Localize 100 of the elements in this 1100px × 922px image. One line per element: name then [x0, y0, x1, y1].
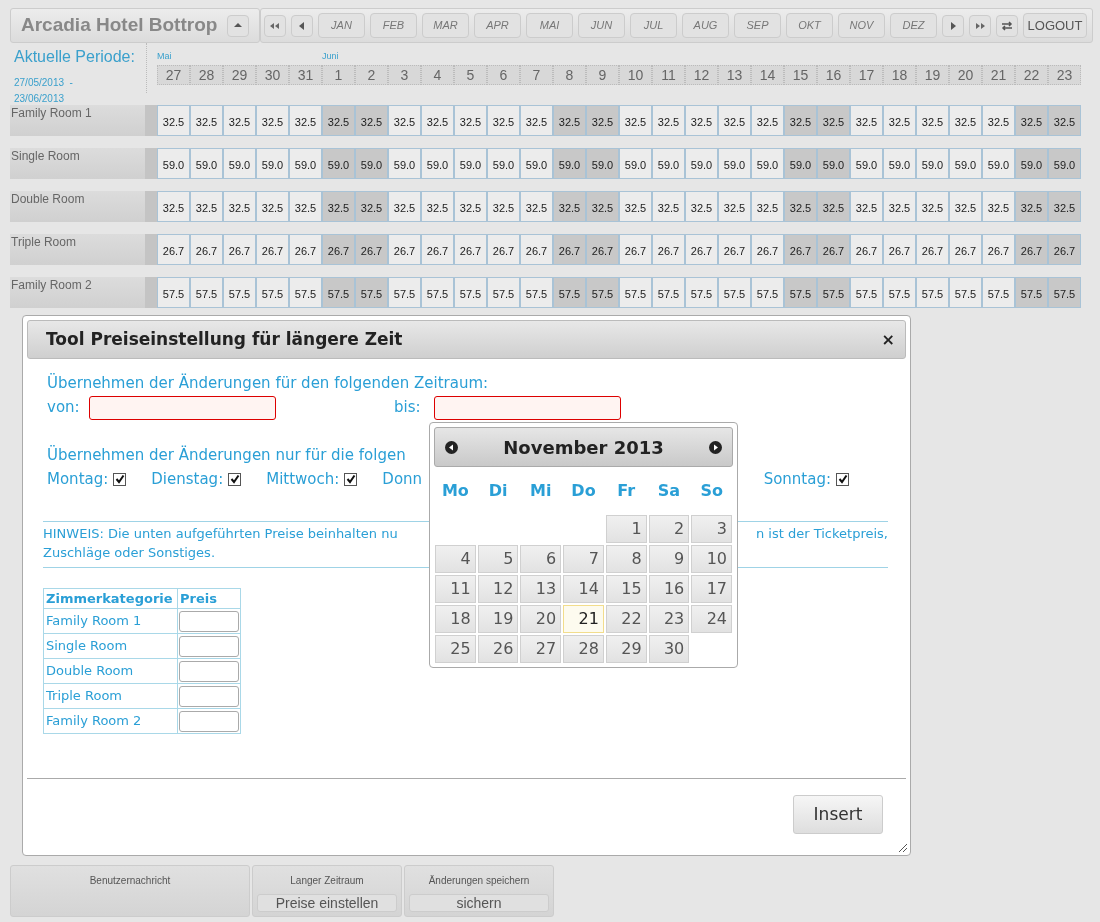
price-cell[interactable]: 59.0: [454, 148, 487, 179]
price-cell[interactable]: 32.5: [553, 191, 586, 222]
price-cell[interactable]: 32.5: [355, 105, 388, 136]
price-cell[interactable]: 26.7: [652, 234, 685, 265]
logout-button[interactable]: LOGOUT: [1023, 13, 1087, 38]
price-cell[interactable]: 32.5: [520, 191, 553, 222]
price-cell[interactable]: 26.7: [916, 234, 949, 265]
price-cell[interactable]: 57.5: [916, 277, 949, 308]
price-cell[interactable]: 57.5: [718, 277, 751, 308]
to-date-field[interactable]: [434, 395, 621, 420]
price-cell[interactable]: 32.5: [982, 191, 1015, 222]
price-cell[interactable]: 32.5: [718, 191, 751, 222]
price-cell[interactable]: 59.0: [1015, 148, 1048, 179]
price-field[interactable]: [179, 610, 239, 632]
price-cell[interactable]: 32.5: [157, 191, 190, 222]
price-cell[interactable]: 59.0: [652, 148, 685, 179]
price-cell[interactable]: 32.5: [289, 191, 322, 222]
price-cell[interactable]: 26.7: [421, 234, 454, 265]
price-cell[interactable]: 59.0: [256, 148, 289, 179]
price-cell[interactable]: 57.5: [949, 277, 982, 308]
price-cell[interactable]: 32.5: [817, 191, 850, 222]
month-button[interactable]: AUG: [682, 13, 729, 38]
price-cell[interactable]: 26.7: [784, 234, 817, 265]
price-cell[interactable]: 57.5: [256, 277, 289, 308]
month-button[interactable]: JAN: [318, 13, 365, 38]
price-cell[interactable]: 26.7: [256, 234, 289, 265]
price-cell[interactable]: 32.5: [883, 191, 916, 222]
date-cell[interactable]: 1: [605, 515, 647, 543]
price-cell[interactable]: 57.5: [157, 277, 190, 308]
weekday-checkbox[interactable]: [836, 472, 849, 486]
price-cell[interactable]: 57.5: [784, 277, 817, 308]
date-cell[interactable]: 15: [605, 575, 647, 603]
price-cell[interactable]: 32.5: [190, 105, 223, 136]
date-cell[interactable]: 21: [563, 605, 604, 633]
month-button[interactable]: APR: [474, 13, 521, 38]
price-cell[interactable]: 59.0: [784, 148, 817, 179]
price-cell[interactable]: 32.5: [817, 105, 850, 136]
date-cell[interactable]: 4: [435, 545, 476, 573]
insert-button[interactable]: Insert: [793, 795, 883, 834]
price-cell[interactable]: 59.0: [718, 148, 751, 179]
price-cell[interactable]: 32.5: [223, 105, 256, 136]
date-cell[interactable]: 8: [605, 545, 647, 573]
price-cell[interactable]: 26.7: [355, 234, 388, 265]
price-cell[interactable]: 26.7: [1015, 234, 1048, 265]
price-cell[interactable]: 32.5: [916, 105, 949, 136]
date-cell[interactable]: 16: [648, 575, 690, 603]
date-cell[interactable]: 19: [477, 605, 519, 633]
price-cell[interactable]: 26.7: [817, 234, 850, 265]
price-cell[interactable]: 59.0: [190, 148, 223, 179]
last-button[interactable]: [969, 14, 991, 37]
previous-month-button[interactable]: [445, 440, 458, 454]
price-cell[interactable]: 32.5: [685, 191, 718, 222]
price-cell[interactable]: 57.5: [421, 277, 454, 308]
next-month-button[interactable]: [709, 440, 722, 454]
price-cell[interactable]: 26.7: [388, 234, 421, 265]
price-cell[interactable]: 59.0: [322, 148, 355, 179]
price-field[interactable]: [179, 710, 239, 732]
price-cell[interactable]: 32.5: [520, 105, 553, 136]
date-cell[interactable]: 29: [605, 635, 647, 663]
price-cell[interactable]: 32.5: [355, 191, 388, 222]
price-cell[interactable]: 32.5: [916, 191, 949, 222]
price-cell[interactable]: 57.5: [520, 277, 553, 308]
date-cell[interactable]: 30: [648, 635, 690, 663]
price-cell[interactable]: 32.5: [388, 105, 421, 136]
price-cell[interactable]: 32.5: [586, 191, 619, 222]
date-cell[interactable]: 5: [477, 545, 519, 573]
month-button[interactable]: NOV: [838, 13, 885, 38]
price-cell[interactable]: 57.5: [190, 277, 223, 308]
price-cell[interactable]: 32.5: [982, 105, 1015, 136]
price-cell[interactable]: 32.5: [487, 191, 520, 222]
price-cell[interactable]: 57.5: [751, 277, 784, 308]
price-cell[interactable]: 57.5: [1048, 277, 1081, 308]
date-cell[interactable]: 13: [520, 575, 562, 603]
weekday-checkbox[interactable]: [113, 472, 127, 486]
price-cell[interactable]: 59.0: [520, 148, 553, 179]
date-cell[interactable]: 9: [648, 545, 690, 573]
price-cell[interactable]: 32.5: [949, 105, 982, 136]
price-cell[interactable]: 26.7: [982, 234, 1015, 265]
price-cell[interactable]: 59.0: [553, 148, 586, 179]
price-cell[interactable]: 26.7: [619, 234, 652, 265]
date-cell[interactable]: 10: [691, 545, 732, 573]
price-cell[interactable]: 26.7: [190, 234, 223, 265]
price-cell[interactable]: 26.7: [751, 234, 784, 265]
price-cell[interactable]: 26.7: [883, 234, 916, 265]
price-cell[interactable]: 26.7: [949, 234, 982, 265]
date-cell[interactable]: 26: [477, 635, 519, 663]
price-cell[interactable]: 57.5: [850, 277, 883, 308]
price-cell[interactable]: 59.0: [289, 148, 322, 179]
date-cell[interactable]: 22: [605, 605, 647, 633]
price-cell[interactable]: 57.5: [487, 277, 520, 308]
price-cell[interactable]: 57.5: [982, 277, 1015, 308]
price-cell[interactable]: 32.5: [784, 105, 817, 136]
date-cell[interactable]: 27: [520, 635, 562, 663]
price-cell[interactable]: 57.5: [223, 277, 256, 308]
price-cell[interactable]: 32.5: [322, 105, 355, 136]
previous-button[interactable]: [291, 14, 313, 37]
date-cell[interactable]: 18: [435, 605, 476, 633]
panel-button[interactable]: Preise einstellen: [257, 894, 397, 912]
price-cell[interactable]: 32.5: [157, 105, 190, 136]
first-button[interactable]: [264, 14, 286, 37]
